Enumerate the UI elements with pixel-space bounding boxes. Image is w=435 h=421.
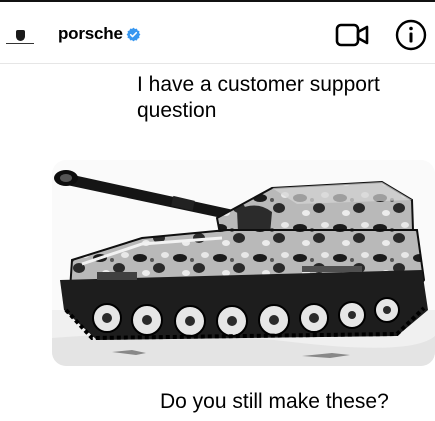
verified-badge-icon [126,27,141,42]
avatar[interactable] [0,14,40,54]
porsche-crest-logo [16,30,25,41]
chat-username[interactable]: porsche [58,24,123,44]
chat-header: porsche [0,0,435,64]
logo-wordmark [6,43,34,44]
top-divider [0,0,435,2]
dm-conversation: porsche I have a customer support questi… [0,0,435,421]
info-circle-icon[interactable] [394,18,428,52]
message-image-tank-photo[interactable] [52,160,435,366]
message-bubble-text[interactable]: Do you still make these? [160,389,430,415]
tank-photo-icon [52,170,435,366]
message-bubble-text[interactable]: I have a customer support question [137,72,427,124]
video-camera-icon[interactable] [335,20,371,50]
